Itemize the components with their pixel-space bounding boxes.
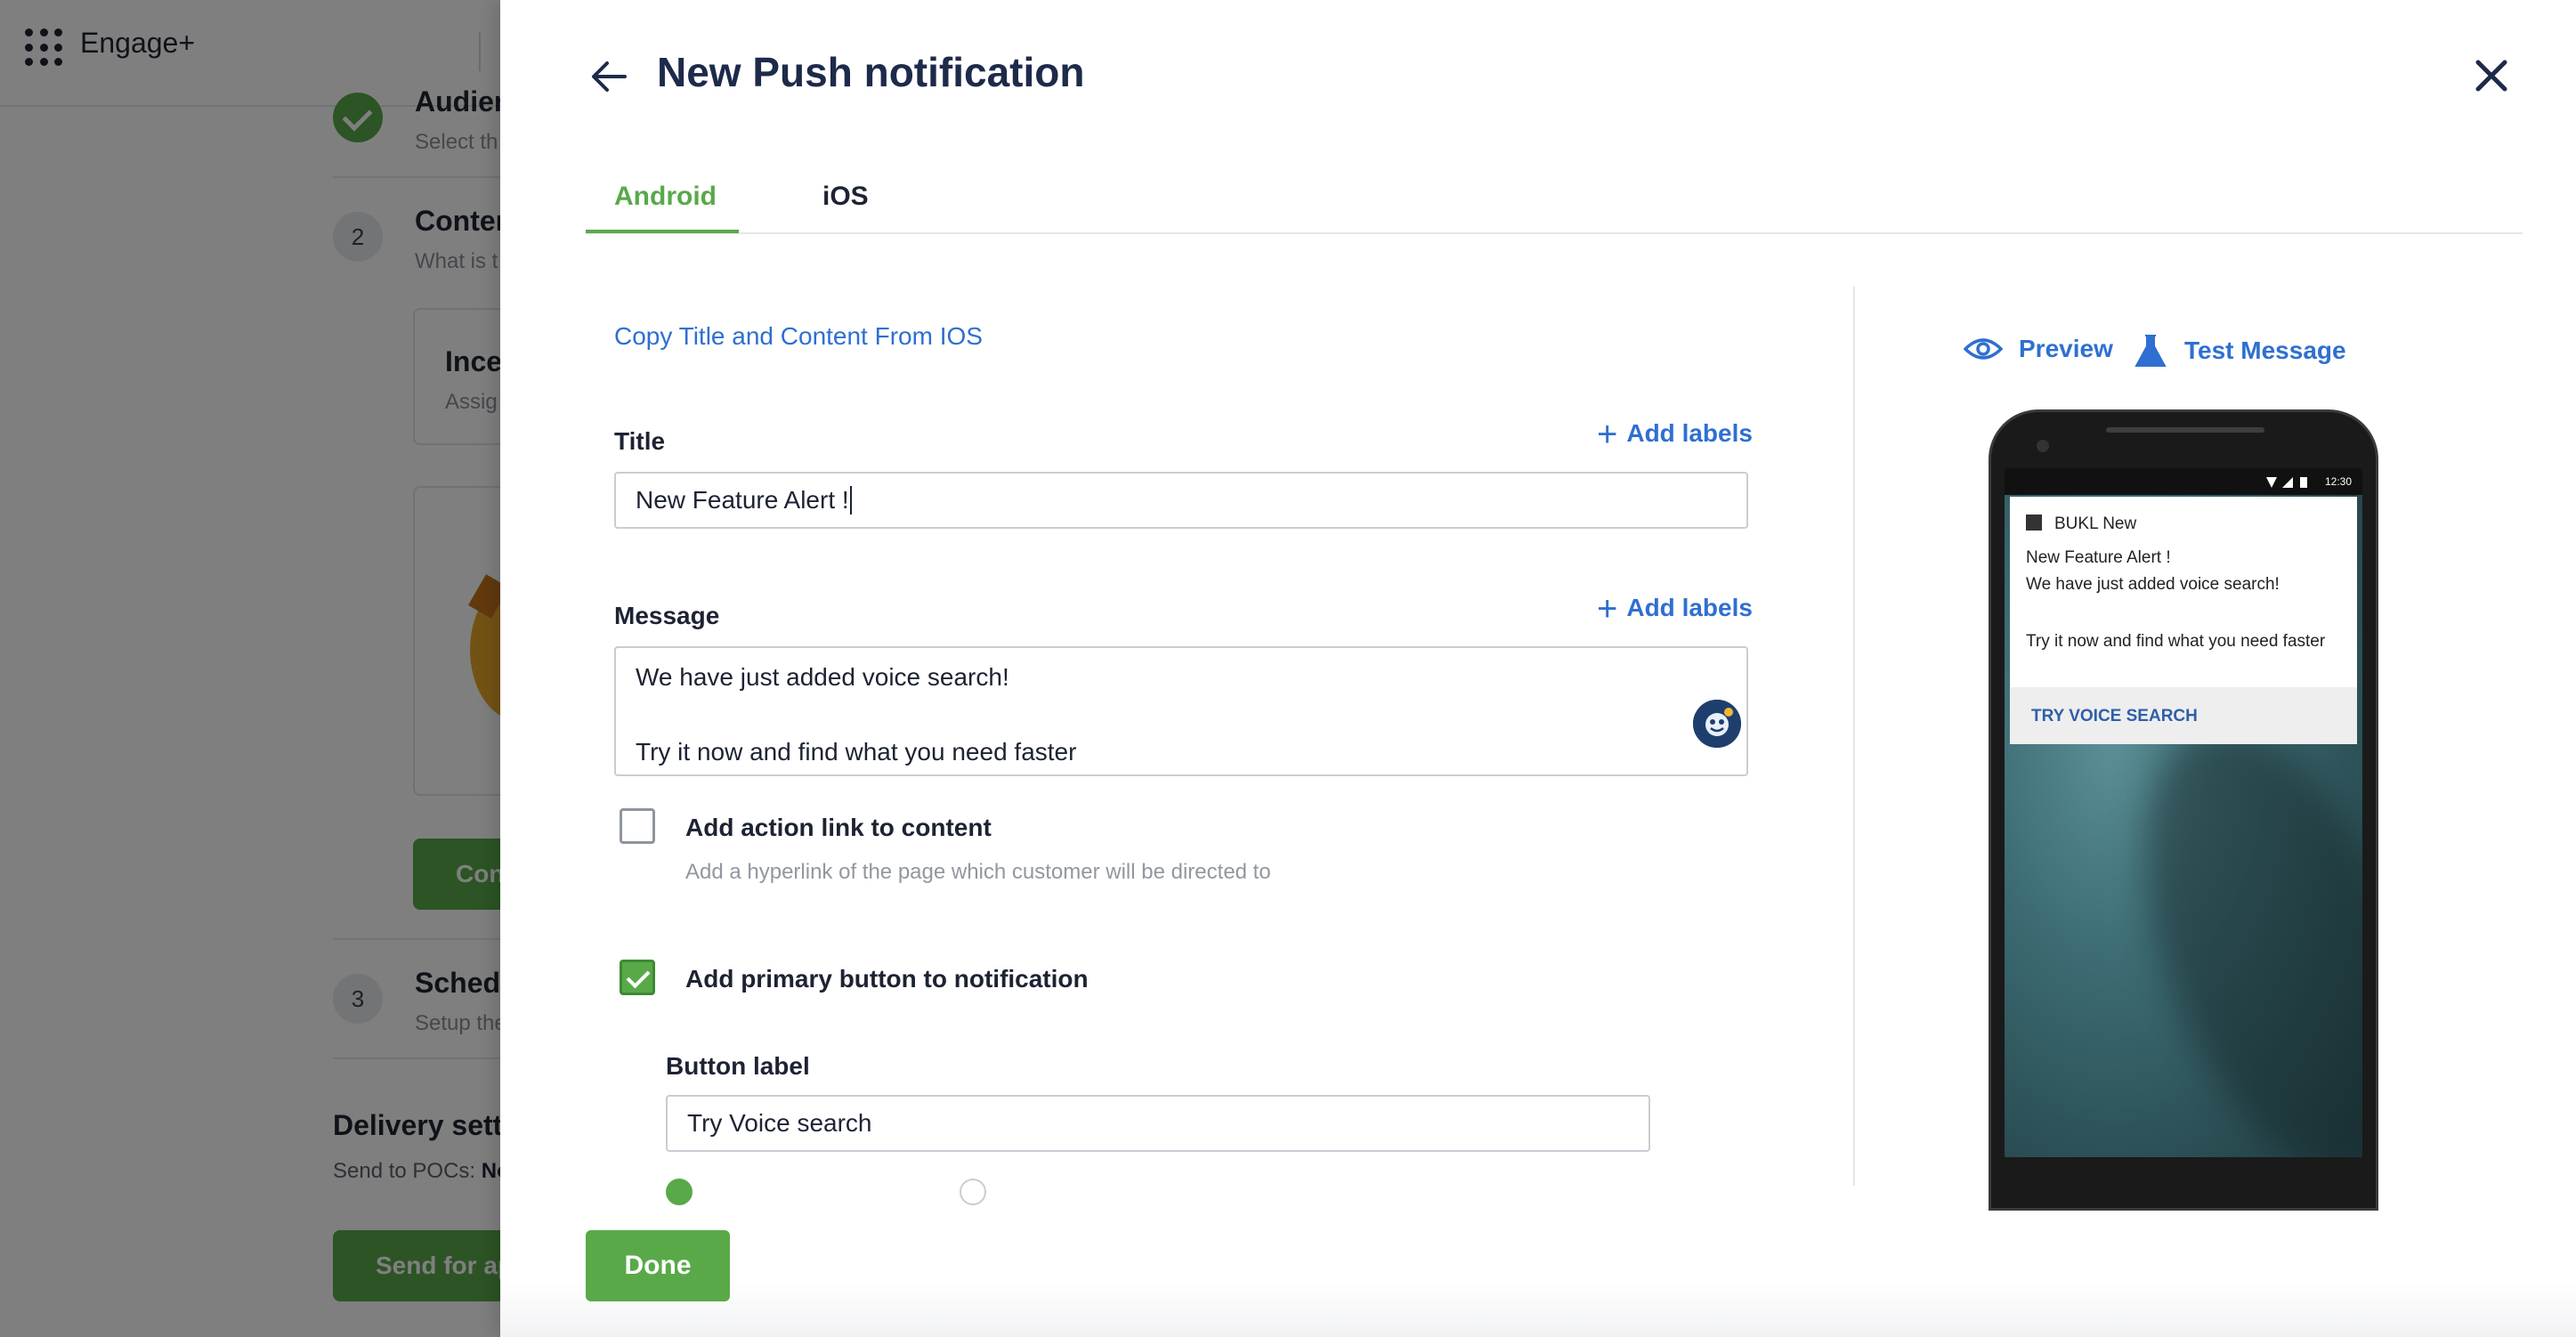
- active-tab-indicator: [586, 230, 739, 233]
- title-input-value: New Feature Alert !: [636, 486, 849, 514]
- button-label-input[interactable]: Try Voice search: [666, 1095, 1650, 1152]
- column-divider: [1853, 287, 1855, 1186]
- wifi-icon: [2266, 477, 2277, 488]
- phone-screen: 12:30 BUKL New New Feature Alert ! We ha…: [2005, 468, 2362, 1157]
- emoji-picker-icon[interactable]: [1693, 700, 1741, 748]
- app-icon: [2026, 515, 2042, 531]
- notification-title: New Feature Alert !: [2026, 548, 2171, 567]
- message-label: Message: [614, 602, 720, 629]
- tab-android[interactable]: Android: [614, 182, 717, 212]
- primary-button-label: Add primary button to notification: [685, 965, 1089, 993]
- flask-icon: [2135, 335, 2167, 367]
- notification-card: BUKL New New Feature Alert ! We have jus…: [2010, 497, 2357, 744]
- radio-option-1[interactable]: [666, 1179, 693, 1205]
- notification-line-1: We have just added voice search!: [2026, 575, 2280, 594]
- action-link-label: Add action link to content: [685, 814, 992, 841]
- title-add-labels-button[interactable]: + Add labels: [1597, 415, 1753, 455]
- phone-camera: [2037, 440, 2049, 452]
- notification-action-label: TRY VOICE SEARCH: [2031, 707, 2198, 725]
- status-bar: 12:30: [2005, 468, 2362, 495]
- status-time: 12:30: [2324, 475, 2352, 488]
- action-link-checkbox[interactable]: [620, 808, 655, 844]
- done-button[interactable]: Done: [586, 1230, 730, 1301]
- push-notification-drawer: New Push notification Android iOS Copy T…: [500, 0, 2576, 1337]
- message-textarea[interactable]: We have just added voice search! Try it …: [614, 646, 1748, 776]
- button-label-value: Try Voice search: [687, 1109, 872, 1137]
- plus-icon: +: [1597, 589, 1618, 628]
- back-arrow-icon[interactable]: [589, 59, 628, 94]
- signal-icon: [2282, 477, 2293, 488]
- tabs-divider: [586, 232, 2523, 234]
- phone-speaker: [2106, 427, 2264, 433]
- plus-icon: +: [1597, 415, 1618, 454]
- radio-option-2[interactable]: [960, 1179, 986, 1205]
- message-line-2: Try it now and find what you need faster: [636, 738, 1077, 766]
- button-label-title: Button label: [666, 1052, 810, 1080]
- message-add-labels-button[interactable]: + Add labels: [1597, 589, 1753, 629]
- copy-from-ios-link[interactable]: Copy Title and Content From IOS: [614, 322, 983, 351]
- notification-line-2: Try it now and find what you need faster: [2026, 632, 2326, 651]
- title-input[interactable]: New Feature Alert !: [614, 472, 1748, 529]
- primary-button-checkbox[interactable]: [620, 960, 655, 995]
- eye-icon: [1964, 338, 2003, 360]
- add-labels-text: Add labels: [1626, 419, 1753, 447]
- footer-bar: [500, 1282, 2576, 1337]
- notification-action-button: TRY VOICE SEARCH: [2010, 687, 2357, 744]
- battery-icon: [2300, 477, 2307, 488]
- tab-ios[interactable]: iOS: [822, 182, 869, 212]
- test-message-button[interactable]: Test Message: [2133, 333, 2346, 369]
- test-message-label: Test Message: [2184, 336, 2346, 364]
- close-icon[interactable]: [2471, 55, 2512, 96]
- title-label: Title: [614, 427, 666, 455]
- add-labels-text: Add labels: [1626, 594, 1753, 621]
- preview-button[interactable]: Preview: [1964, 335, 2113, 363]
- preview-label: Preview: [2019, 335, 2113, 362]
- action-link-helper: Add a hyperlink of the page which custom…: [685, 860, 1271, 884]
- notification-app-name: BUKL New: [2054, 515, 2137, 533]
- drawer-title: New Push notification: [657, 49, 1085, 95]
- message-line-1: We have just added voice search!: [636, 663, 1009, 691]
- text-cursor: [849, 486, 852, 515]
